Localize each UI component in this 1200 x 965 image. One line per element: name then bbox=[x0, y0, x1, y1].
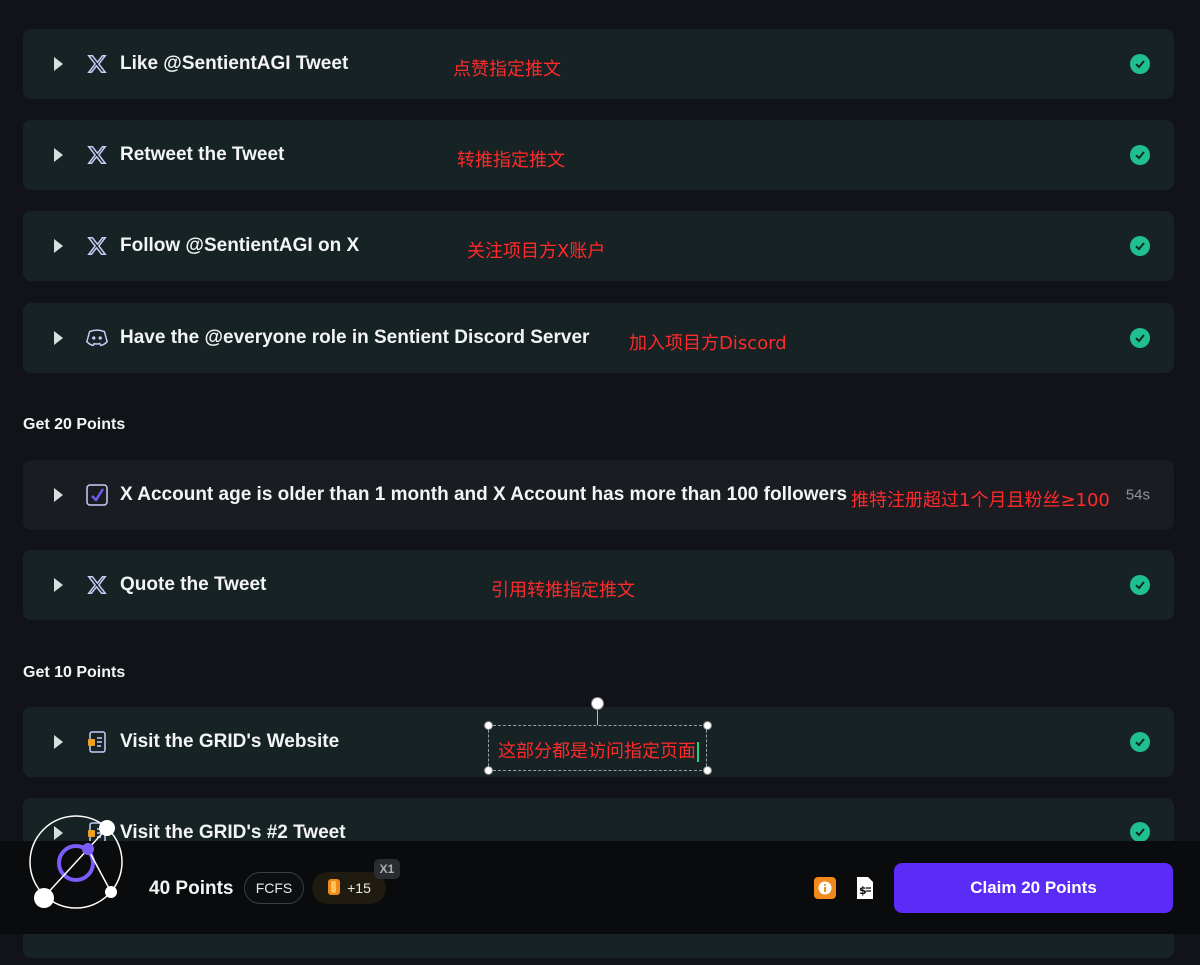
task-card-discord[interactable]: Have the @everyone role in Sentient Disc… bbox=[23, 303, 1174, 373]
multiplier-badge: X1 bbox=[374, 859, 400, 879]
task-card-follow[interactable]: Follow @SentientAGI on X 关注项目方X账户 bbox=[23, 211, 1174, 281]
discord-icon bbox=[85, 326, 109, 350]
account-check-icon bbox=[85, 483, 109, 507]
annotation-note: 引用转推指定推文 bbox=[491, 579, 635, 601]
annotation-text[interactable]: 这部分都是访问指定页面 bbox=[498, 737, 699, 763]
task-card-account-age[interactable]: X Account age is older than 1 month and … bbox=[23, 460, 1174, 530]
text-cursor bbox=[697, 742, 699, 762]
section-heading-10: Get 10 Points bbox=[23, 664, 126, 681]
expand-caret-icon[interactable] bbox=[54, 578, 63, 592]
task-card-retweet[interactable]: Retweet the Tweet 转推指定推文 bbox=[23, 120, 1174, 190]
check-icon bbox=[1130, 328, 1150, 348]
x-logo-icon bbox=[85, 143, 109, 167]
check-icon bbox=[1130, 145, 1150, 165]
expand-caret-icon[interactable] bbox=[54, 57, 63, 71]
task-title: Like @SentientAGI Tweet bbox=[120, 53, 349, 74]
bonus-value: +15 bbox=[347, 880, 371, 896]
rotate-handle-line bbox=[597, 708, 598, 725]
task-card-quote[interactable]: Quote the Tweet 引用转推指定推文 bbox=[23, 550, 1174, 620]
section-heading-20: Get 20 Points bbox=[23, 416, 126, 433]
claim-points-button[interactable]: Claim 20 Points bbox=[894, 863, 1173, 913]
annotation-note: 关注项目方X账户 bbox=[467, 240, 606, 262]
task-title: Quote the Tweet bbox=[120, 574, 267, 595]
resize-handle[interactable] bbox=[484, 721, 493, 730]
annotation-note: 加入项目方Discord bbox=[629, 332, 787, 354]
annotation-note: 点赞指定推文 bbox=[453, 58, 561, 80]
countdown-timer: 54s bbox=[1125, 486, 1150, 504]
task-title: X Account age is older than 1 month and … bbox=[120, 484, 848, 505]
check-icon bbox=[1130, 822, 1150, 842]
total-points: 40 Points bbox=[149, 878, 234, 899]
svg-text:$: $ bbox=[859, 884, 867, 897]
check-icon bbox=[1130, 732, 1150, 752]
sentient-logo-icon bbox=[29, 815, 123, 909]
check-icon bbox=[1130, 575, 1150, 595]
rotate-handle[interactable] bbox=[591, 697, 604, 710]
check-icon bbox=[1130, 54, 1150, 74]
fcfs-badge: FCFS bbox=[244, 872, 304, 904]
check-icon bbox=[1130, 236, 1150, 256]
x-logo-icon bbox=[85, 52, 109, 76]
task-title: Retweet the Tweet bbox=[120, 144, 285, 165]
expand-caret-icon[interactable] bbox=[54, 239, 63, 253]
task-title: Have the @everyone role in Sentient Disc… bbox=[120, 327, 590, 348]
task-title: Follow @SentientAGI on X bbox=[120, 235, 360, 256]
task-card-partial bbox=[23, 934, 1174, 958]
expand-caret-icon[interactable] bbox=[54, 331, 63, 345]
expand-caret-icon[interactable] bbox=[54, 735, 63, 749]
expand-caret-icon[interactable] bbox=[54, 488, 63, 502]
x-logo-icon bbox=[85, 234, 109, 258]
expand-caret-icon[interactable] bbox=[54, 148, 63, 162]
x-logo-icon bbox=[85, 573, 109, 597]
task-card-like[interactable]: Like @SentientAGI Tweet 点赞指定推文 bbox=[23, 29, 1174, 99]
resize-handle[interactable] bbox=[703, 721, 712, 730]
annotation-note: 推特注册超过1个月且粉丝≥100 bbox=[851, 489, 1110, 511]
resize-handle[interactable] bbox=[703, 766, 712, 775]
task-title: Visit the GRID's Website bbox=[120, 731, 340, 752]
info-icon[interactable] bbox=[814, 877, 836, 899]
dollar-document-icon[interactable]: $ bbox=[855, 876, 875, 900]
document-icon bbox=[85, 730, 109, 754]
resize-handle[interactable] bbox=[484, 766, 493, 775]
annotation-note: 转推指定推文 bbox=[457, 149, 565, 171]
gem-icon bbox=[327, 878, 341, 899]
